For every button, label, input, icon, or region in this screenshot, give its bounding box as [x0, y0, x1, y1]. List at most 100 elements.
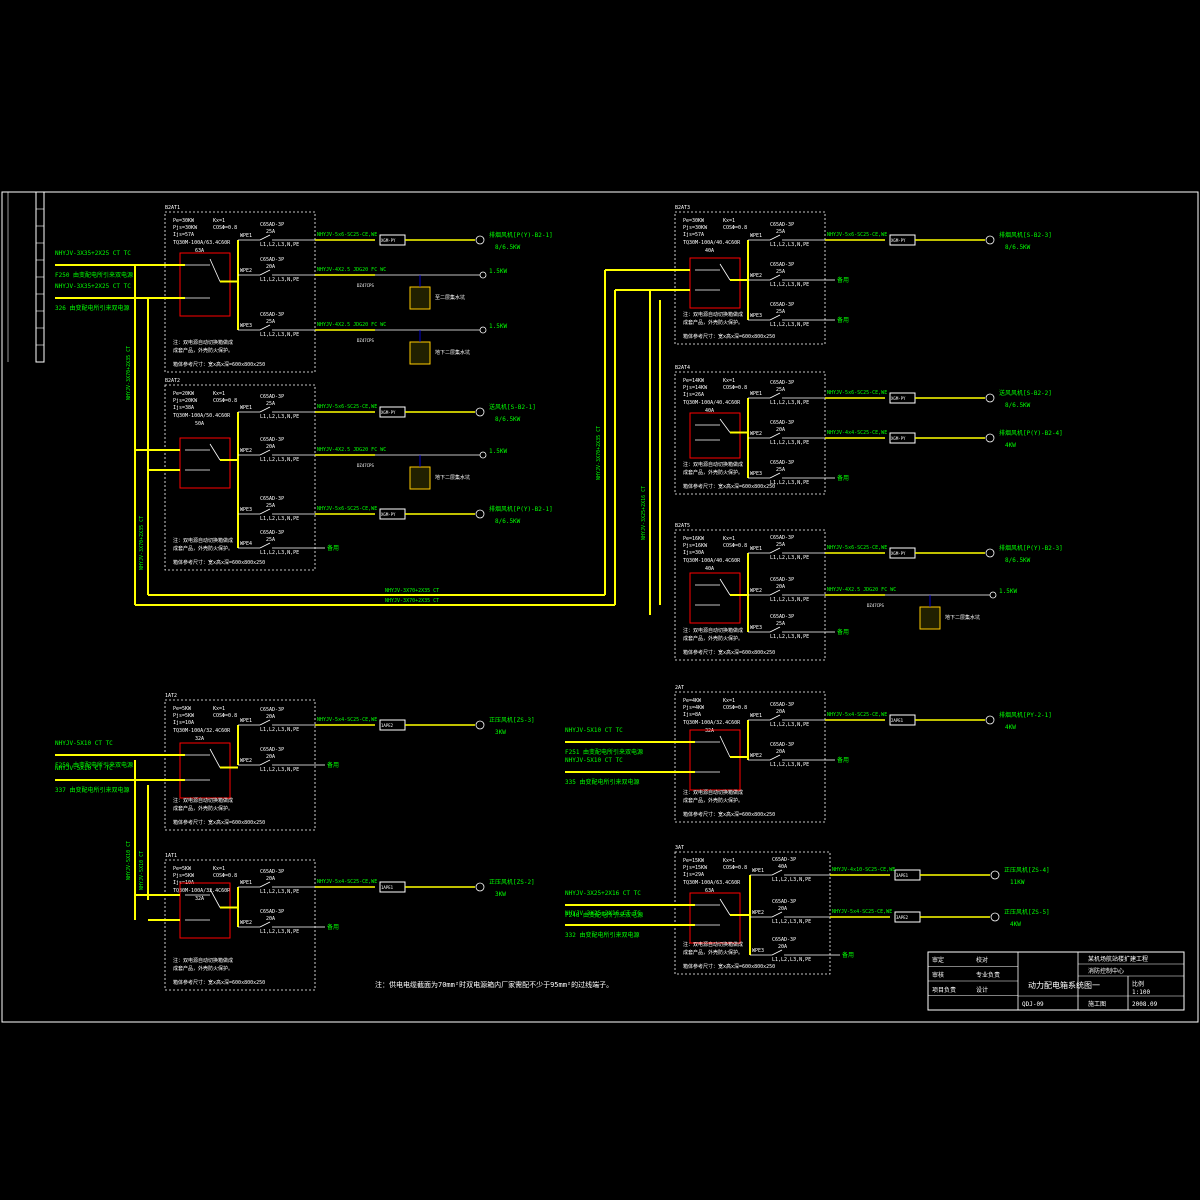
control-device: XGM-PY	[381, 512, 396, 517]
pump-location: 地下二层集水坑	[435, 474, 470, 481]
load-power: 8/6.5KW	[495, 244, 521, 251]
load-param: Ijs=57A	[173, 232, 194, 238]
feeder-source: F251 由变配电所引来双电源	[565, 748, 643, 756]
atse-rating: 50A	[195, 421, 204, 427]
load-power: 8/6.5KW	[1005, 402, 1031, 409]
load-param: Pjs=14KW	[683, 385, 708, 391]
circuit-phase: L1,L2,L3,N,PE	[260, 277, 299, 283]
control-device: 1APE1	[381, 885, 394, 890]
load-param: Pe=4KW	[683, 698, 702, 704]
load-name: 排烟风机[S-B2-3]	[999, 231, 1052, 239]
riser-label: NHYJV-3X70+2X35 CT	[126, 346, 132, 400]
feeder-cable: NHYJV-3X35+2X25 CT TC	[55, 283, 131, 290]
cable-spec: NHYJV-5x4-SC25-CE,WE	[317, 879, 377, 885]
circuit-phase: L1,L2,L3,N,PE	[260, 767, 299, 773]
control-device: XGM-PY	[891, 396, 906, 401]
circuit-number: WPE2	[240, 758, 252, 764]
load-power: 1.5KW	[489, 268, 507, 275]
load-name: 正压风机[ZS-2]	[489, 878, 535, 886]
load-param: Pe=30KW	[683, 218, 705, 224]
breaker-model: C65AD-3P	[260, 496, 284, 502]
riser-label: NHYJV-3X25+2X16 CT	[641, 486, 647, 540]
title-label: 校对	[976, 956, 988, 964]
breaker-model: C65AD-3P	[260, 437, 284, 443]
breaker-model: C65AD-3P	[770, 742, 794, 748]
load-param: Ijs=26A	[683, 392, 704, 398]
load-param: Pe=20KW	[173, 391, 195, 397]
bus-label: NHYJV-3X70+2X35 CT	[385, 588, 439, 594]
panel-size: 箱体参考尺寸：宽x高x深=600x800x250	[683, 811, 775, 818]
atse-rating: 40A	[705, 566, 714, 572]
panel-note: 注：双电源自动切换箱做成	[173, 339, 233, 346]
riser-label: NHYJV-3X70+2X35 CT	[596, 426, 602, 480]
circuit-phase: L1,L2,L3,N,PE	[770, 242, 809, 248]
panel-note: 成套产品，外壳防火保护。	[683, 319, 743, 326]
panel-size: 箱体参考尺寸：宽x高x深=600x800x250	[173, 819, 265, 826]
breaker-rating: 25A	[776, 467, 785, 473]
load-param: COSΦ=0.8	[723, 705, 747, 711]
breaker-model: C65AD-3P	[770, 420, 794, 426]
load-param: Pjs=20KW	[173, 398, 198, 404]
circuit-phase: L1,L2,L3,N,PE	[260, 889, 299, 895]
circuit-phase: L1,L2,L3,N,PE	[770, 322, 809, 328]
feeder-cable: NHYJV-5X10 CT TC	[55, 765, 113, 772]
breaker-rating: 20A	[776, 709, 785, 715]
breaker-model: C65AD-3P	[260, 394, 284, 400]
control-device: XGM-PY	[891, 238, 906, 243]
load-param: COSΦ=0.8	[723, 385, 747, 391]
breaker-rating: 40A	[778, 864, 787, 870]
control-device: 3APE2	[896, 915, 909, 920]
circuit-number: WPE1	[240, 405, 252, 411]
load-power: 8/6.5KW	[1005, 557, 1031, 564]
circuit-phase: L1,L2,L3,N,PE	[772, 957, 811, 963]
circuit-phase: L1,L2,L3,N,PE	[770, 722, 809, 728]
circuit-number: WPE3	[240, 323, 252, 329]
circuit-phase: L1,L2,L3,N,PE	[770, 440, 809, 446]
panel-size: 箱体参考尺寸：宽x高x深=600x800x250	[683, 649, 775, 656]
spare-label: 备用	[837, 276, 849, 284]
riser-label: NHYJV-3X70+2X35 CT	[139, 516, 145, 570]
breaker-rating: 20A	[778, 906, 787, 912]
pump-control-box	[409, 286, 431, 310]
breaker-rating: 20A	[776, 584, 785, 590]
breaker-rating: 25A	[266, 537, 275, 543]
load-name: 正压风机[ZS-5]	[1004, 908, 1050, 916]
panel-name: 1AT1	[165, 853, 177, 859]
cable-spec: NHYJV-4x4-SC25-CE,WE	[827, 430, 887, 436]
load-name: 排烟风机[PY-2-1]	[999, 711, 1052, 719]
drawing-title: 动力配电箱系统图一	[1028, 980, 1100, 990]
load-power: 11KW	[1010, 879, 1025, 886]
circuit-number: WPE1	[750, 713, 762, 719]
control-device: 2APE1	[891, 718, 904, 723]
feeder-source: F250 由变配电所引来双电源	[55, 271, 133, 279]
atse-model: TQ30M-100A/40.4C60R	[683, 558, 741, 564]
breaker-model: C65AD-3P	[260, 747, 284, 753]
breaker-model: C65AD-3P	[260, 707, 284, 713]
breaker-model: C65AD-3P	[770, 577, 794, 583]
load-param: Ijs=8A	[683, 712, 701, 718]
cable-spec: NHYJV-4X2.5 JDG20 FC WC	[317, 447, 386, 453]
breaker-model: C65AD-3P	[770, 535, 794, 541]
atse-model: TQ30M-100A/32.4C60R	[173, 728, 231, 734]
feeder-source: 335 由变配电所引来双电源	[565, 778, 639, 786]
breaker-rating: 25A	[776, 309, 785, 315]
panel-size: 箱体参考尺寸：宽x高x深=600x800x250	[683, 333, 775, 340]
breaker-rating: 25A	[266, 401, 275, 407]
feeder-source: 332 由变配电所引来双电源	[565, 931, 639, 939]
panel-note: 成套产品，外壳防火保护。	[173, 805, 233, 812]
load-power: 3KW	[495, 729, 506, 736]
circuit-number: WPE2	[240, 920, 252, 926]
breaker-model: C65AD-3P	[770, 302, 794, 308]
spare-label: 备用	[327, 761, 339, 769]
circuit-number: WPE3	[240, 507, 252, 513]
load-param: Pjs=5KW	[173, 713, 195, 719]
spare-label: 备用	[327, 923, 339, 931]
breaker-model: C65AD-3P	[260, 869, 284, 875]
cable-spec: NHYJV-5x6-SC25-CE,WE	[827, 545, 887, 551]
load-param: Pe=16KW	[683, 536, 705, 542]
panel-note: 注：双电源自动切换箱做成	[683, 941, 743, 948]
breaker-model: C65AD-3P	[770, 702, 794, 708]
circuit-number: WPE2	[750, 273, 762, 279]
panel-name: B2AT3	[675, 205, 690, 211]
feeder-cable: NHYJV-5X10 CT TC	[565, 757, 623, 764]
